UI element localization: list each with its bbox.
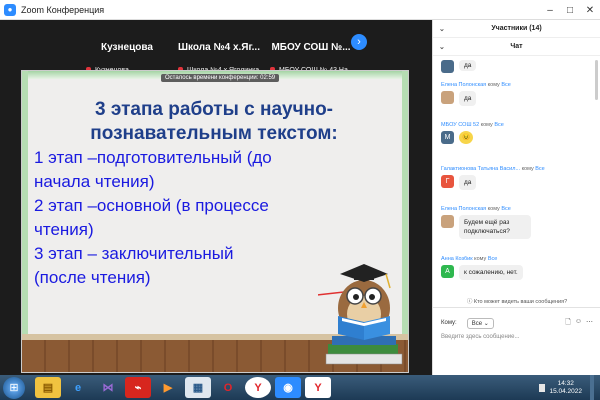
slide-text-line: начала чтения) [34, 172, 155, 191]
participants-header[interactable]: ⌄ Участники (14) [433, 20, 600, 38]
avatar [441, 60, 454, 73]
avatar: Г [441, 175, 454, 188]
pdf-icon[interactable]: ⌁ [125, 377, 151, 398]
yandex-browser-icon[interactable]: Y [305, 377, 331, 398]
more-icon[interactable]: ⋯ [586, 318, 593, 329]
clock-date: 15.04.2022 [549, 387, 582, 395]
message-sender: Галактионова Татьяна Васил... кому Все [441, 166, 545, 172]
shared-screen-slide: Осталось времени конференции: 02:59 3 эт… [21, 70, 409, 373]
window-title: Zoom Конференция [21, 4, 105, 15]
participant-name: МБОУ СОШ №... [271, 42, 351, 53]
zoom-app-icon: ● [4, 3, 16, 16]
message-input[interactable]: Введите здесь сообщение... [441, 334, 593, 340]
chat-message: Елена Полонская кому Все да [441, 82, 591, 106]
recipient-row: Кому: Все ⌄ 🗋 ☺ ⋯ [441, 316, 593, 330]
slide-heading-line-2: познавательным текстом: [90, 123, 338, 144]
who-can-see-link[interactable]: ⓘ Кто может видеть ваши сообщения? [433, 297, 600, 305]
avatar [441, 215, 454, 228]
chevron-down-icon[interactable]: ⌄ [439, 25, 445, 33]
owl-reading-book-illustration [318, 264, 403, 365]
clock-time: 14:32 [557, 379, 574, 387]
show-desktop-button[interactable] [590, 375, 594, 400]
maximize-button[interactable]: □ [560, 0, 580, 20]
slide-heading-line-1: 3 этапа работы с научно- [94, 99, 334, 120]
file-icon[interactable]: 🗋 [565, 318, 571, 329]
participants-title: Участники (14) [491, 25, 542, 32]
divider [433, 307, 600, 308]
avatar: А [441, 265, 454, 278]
zoom-icon[interactable]: ◉ [275, 377, 301, 398]
ie-icon[interactable]: e [65, 377, 91, 398]
message-bubble: Будем ещё раз подключаться? [459, 215, 531, 239]
window-controls: – □ ✕ [540, 0, 600, 20]
participant-name: Кузнецова [101, 42, 153, 53]
taskbar-icons: ▤ e ⋈ ⌁ ▶ ▦ O Y ◉ Y [35, 377, 331, 398]
windows-taskbar: ⊞ ▤ e ⋈ ⌁ ▶ ▦ O Y ◉ Y 14:32 15.04.2022 [0, 375, 600, 400]
chat-message: Анна Козбик кому Все А к сожалению, нет. [441, 256, 591, 280]
media-player-icon[interactable]: ▶ [155, 377, 181, 398]
start-button[interactable]: ⊞ [3, 376, 25, 399]
slide-text-line: 2 этап –основной (в процессе [34, 196, 269, 215]
visual-studio-icon[interactable]: ⋈ [95, 377, 121, 398]
recipient-select[interactable]: Все ⌄ [466, 317, 494, 329]
system-tray: 14:32 15.04.2022 [539, 375, 594, 400]
chat-messages: да Елена Полонская кому Все да МБОУ СОШ … [433, 58, 600, 308]
avatar: М [441, 131, 454, 144]
participant-name: Школа №4 х.Яг... [178, 42, 260, 53]
meeting-area: Кузнецова Кузнецова Школа №4 х.Яг... Шко… [0, 20, 432, 391]
chat-scrollbar[interactable] [595, 60, 598, 100]
folder-icon[interactable]: ▤ [35, 377, 61, 398]
chat-title: Чат [510, 43, 523, 50]
chat-tools: 🗋 ☺ ⋯ [565, 318, 593, 329]
emoji-icon[interactable]: ☺ [575, 318, 582, 329]
chat-message: Галактионова Татьяна Васил... кому Все Г… [441, 166, 591, 190]
message-sender: МБОУ СОШ 52 кому Все [441, 122, 504, 128]
window-titlebar: ● Zoom Конференция – □ ✕ [0, 0, 600, 20]
chat-message: МБОУ СОШ 52 кому Все М 😣 [441, 122, 591, 144]
slide-text-line: 1 этап –подготовительный (до [34, 148, 272, 167]
message-bubble: да [459, 175, 477, 190]
to-label: Кому: [441, 320, 457, 326]
message-bubble: к сожалению, нет. [459, 265, 523, 280]
next-participants-button[interactable]: › [351, 34, 367, 50]
avatar [441, 91, 454, 104]
yandex-icon[interactable]: Y [245, 377, 271, 398]
chat-message: да [441, 60, 591, 73]
document-viewer-icon[interactable]: ▦ [185, 377, 211, 398]
opera-icon[interactable]: O [215, 377, 241, 398]
time-remaining-banner: Осталось времени конференции: 02:59 [161, 74, 280, 82]
message-sender: Анна Козбик кому Все [441, 256, 498, 262]
message-bubble: 😣 [459, 131, 474, 144]
side-panel: ⌄ Участники (14) ⌄ Чат да Елена Полонска… [432, 20, 600, 375]
chat-header[interactable]: ⌄ Чат [433, 38, 600, 56]
message-sender: Елена Полонская кому Все [441, 82, 511, 88]
chat-message: Елена Полонская кому Все Будем ещё раз п… [441, 206, 591, 239]
minimize-button[interactable]: – [540, 0, 560, 20]
flag-icon[interactable] [539, 383, 546, 392]
clock[interactable]: 14:32 15.04.2022 [549, 380, 582, 396]
message-bubble: да [459, 91, 477, 106]
close-button[interactable]: ✕ [580, 0, 600, 20]
chevron-down-icon[interactable]: ⌄ [439, 43, 445, 51]
message-bubble: да [459, 60, 477, 71]
message-sender: Елена Полонская кому Все [441, 206, 511, 212]
slide-left-border [22, 71, 28, 372]
slide-text-line: чтения) [34, 220, 94, 239]
